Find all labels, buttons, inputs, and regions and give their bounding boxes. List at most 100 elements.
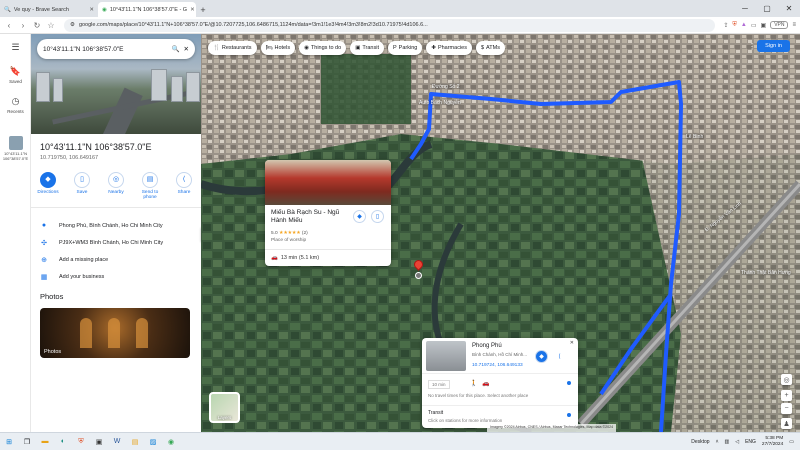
close-icon[interactable]: ✕ <box>570 340 574 346</box>
place-hero-image[interactable]: 10°43'11.1"N 106°38'57.0"E 🔍 ✕ <box>31 34 201 134</box>
site-info-icon[interactable]: ⚙ <box>70 22 75 28</box>
desktop-label[interactable]: Desktop <box>691 439 709 445</box>
reload-icon[interactable]: ↻ <box>32 19 42 32</box>
chip-things-to-do[interactable]: ◉ Things to do <box>299 41 347 55</box>
place-preview-card[interactable]: Miếu Bà Rạch Su - Ngũ Hành Miếu ◆ ▯ 5.0 … <box>265 160 391 266</box>
toggle-dot[interactable] <box>566 380 572 386</box>
store-icon[interactable]: ▣ <box>90 433 108 451</box>
minimize-icon[interactable]: ─ <box>734 0 756 17</box>
chevron-up-icon[interactable]: ˄ <box>716 439 719 445</box>
volume-icon[interactable]: ◁ <box>735 439 739 445</box>
pin-base-icon <box>415 272 422 279</box>
action-label: Save <box>76 190 88 195</box>
tab-brave-search[interactable]: 🔍 Ve quy - Brave Search ✕ <box>0 2 98 17</box>
zoom-out-icon[interactable]: − <box>781 403 792 414</box>
bookmark-page-icon[interactable]: ☆ <box>46 19 56 32</box>
address-row[interactable]: ● Phong Phú, Bình Chánh, Ho Chi Minh City <box>40 222 163 229</box>
sidebar-toggle-icon[interactable]: ▭ <box>751 22 757 29</box>
task-view-icon[interactable]: ❐ <box>18 433 36 451</box>
map-label-poi: Thành Thật Bản Hưng <box>741 270 791 276</box>
place-thumbnail <box>8 136 23 150</box>
travel-time[interactable]: 🚗 13 min (5.1 km) <box>265 249 391 266</box>
chip-transit[interactable]: ▣ Transit <box>350 41 384 55</box>
clock[interactable]: 5:38 PM 27/7/2024 <box>762 436 783 448</box>
word-icon[interactable]: W <box>108 433 126 451</box>
rail-item-recents[interactable]: ◷ Recents <box>0 96 31 114</box>
location-coordinates[interactable]: 10.719724, 106.649133 <box>472 363 523 368</box>
send-to-phone-button[interactable]: ▤ Send to phone <box>136 172 164 207</box>
add-missing-place-row[interactable]: ⊕ Add a missing place <box>40 256 108 264</box>
rail-item-recent-place[interactable]: 10°43'11.1"N 106°38'57.0"E <box>0 136 31 162</box>
rewards-icon[interactable]: ▲ <box>741 22 747 28</box>
edge-icon[interactable]: ◐ <box>54 433 72 451</box>
location-target-icon[interactable]: ◎ <box>781 374 792 385</box>
nearby-button[interactable]: ◎ Nearby <box>102 172 130 207</box>
photo-thumbnail[interactable]: Photos <box>40 308 190 358</box>
forward-icon[interactable]: › <box>18 19 28 32</box>
language-indicator[interactable]: ENG <box>745 439 756 445</box>
review-count: (2) <box>301 231 308 236</box>
rail-item-saved[interactable]: 🔖 Saved <box>0 66 31 84</box>
directions-icon[interactable]: ◆ <box>535 350 548 363</box>
photos-icon[interactable]: ▨ <box>144 433 162 451</box>
share-page-icon[interactable]: ⇪ <box>723 22 728 29</box>
map-label-street: Đường Số 2 <box>432 84 460 90</box>
windows-start-icon[interactable]: ⊞ <box>0 433 18 451</box>
rail-item-label: 10°43'11.1"N 106°38'57.0"E <box>2 151 29 161</box>
add-business-row[interactable]: ▦ Add your business <box>40 273 105 281</box>
close-window-icon[interactable]: ✕ <box>778 0 800 17</box>
tab-google-maps[interactable]: ◉ 10°43'11.1"N 106°38'57.0"E - G ✕ <box>98 2 196 17</box>
chip-restaurants[interactable]: 🍴 Restaurants <box>208 41 257 55</box>
chip-hotels[interactable]: 🛏 Hotels <box>260 41 296 55</box>
zoom-in-icon[interactable]: + <box>781 390 792 401</box>
satellite-map[interactable]: 🍴 Restaurants 🛏 Hotels ◉ Things to do ▣ Tran… <box>201 34 800 432</box>
chip-pharmacies[interactable]: ✚ Pharmacies <box>426 41 472 55</box>
street-view-pegman-icon[interactable]: ♟ <box>781 418 792 429</box>
walk-icon[interactable]: 🚶 <box>470 380 477 387</box>
category-chips: 🍴 Restaurants 🛏 Hotels ◉ Things to do ▣ Tran… <box>208 41 505 55</box>
menu-button[interactable]: ☰ <box>0 42 31 55</box>
time-select[interactable]: 10 min <box>428 380 450 389</box>
close-tab-icon[interactable]: ✕ <box>190 7 195 13</box>
share-icon[interactable]: ⟨ <box>553 350 566 363</box>
bookmark-icon[interactable]: ▯ <box>371 210 384 223</box>
no-travel-times-text: No travel times for this place. Select a… <box>428 393 529 398</box>
brave-icon[interactable]: ⛨ <box>72 433 90 451</box>
file-explorer-icon[interactable]: ▬ <box>36 433 54 451</box>
car-icon[interactable]: 🚗 <box>482 380 489 387</box>
close-tab-icon[interactable]: ✕ <box>89 7 94 13</box>
toggle-dot[interactable] <box>566 412 572 418</box>
chip-label: Hotels <box>274 45 291 51</box>
maps-favicon-icon: ◉ <box>102 6 107 13</box>
wallet-icon[interactable]: ▣ <box>761 22 767 29</box>
layers-button[interactable]: Layers <box>209 392 240 423</box>
directions-button[interactable]: ◆ Directions <box>34 172 62 207</box>
brave-shields-icon[interactable]: ⛨ <box>732 22 737 29</box>
save-button[interactable]: ▯ Save <box>68 172 96 207</box>
back-icon[interactable]: ‹ <box>4 19 14 32</box>
plus-code-row[interactable]: ✣ PJ9X+WM3 Bình Chánh, Ho Chi Minh City <box>40 239 163 247</box>
travel-times-row: 10 min 🚶 🚗 No travel times for this plac… <box>422 376 578 406</box>
network-icon[interactable]: ▥ <box>724 439 729 445</box>
location-summary[interactable]: Phong Phú Bình Chánh, Hồ Chí Minh... 10.… <box>422 338 578 374</box>
search-box[interactable]: 10°43'11.1"N 106°38'57.0"E 🔍 ✕ <box>37 39 195 59</box>
clear-search-icon[interactable]: ✕ <box>184 45 189 53</box>
chip-parking[interactable]: P Parking <box>388 41 423 55</box>
maximize-icon[interactable]: ▢ <box>756 0 778 17</box>
directions-icon[interactable]: ◆ <box>353 210 366 223</box>
chip-atms[interactable]: $ ATMs <box>475 41 505 55</box>
address-bar[interactable]: ⚙ google.com/maps/place/10°43'11.1"N+106… <box>64 18 716 32</box>
vpn-button[interactable]: VPN <box>770 21 789 29</box>
tab-label: Ve quy - Brave Search <box>13 6 69 13</box>
add-place-icon: ⊕ <box>41 257 47 264</box>
menu-icon[interactable]: ≡ <box>792 22 796 28</box>
search-icon[interactable]: 🔍 <box>171 45 179 53</box>
share-button[interactable]: ⟨ Share <box>170 172 198 207</box>
chrome-icon[interactable]: ◉ <box>162 433 180 451</box>
notification-icon[interactable]: ▭ <box>789 439 794 445</box>
sign-in-button[interactable]: Sign in <box>757 40 790 52</box>
search-input[interactable]: 10°43'11.1"N 106°38'57.0"E <box>43 46 167 53</box>
new-tab-button[interactable]: + <box>196 2 210 17</box>
phone-icon: ▤ <box>142 172 158 188</box>
folder-icon[interactable]: ▤ <box>126 433 144 451</box>
